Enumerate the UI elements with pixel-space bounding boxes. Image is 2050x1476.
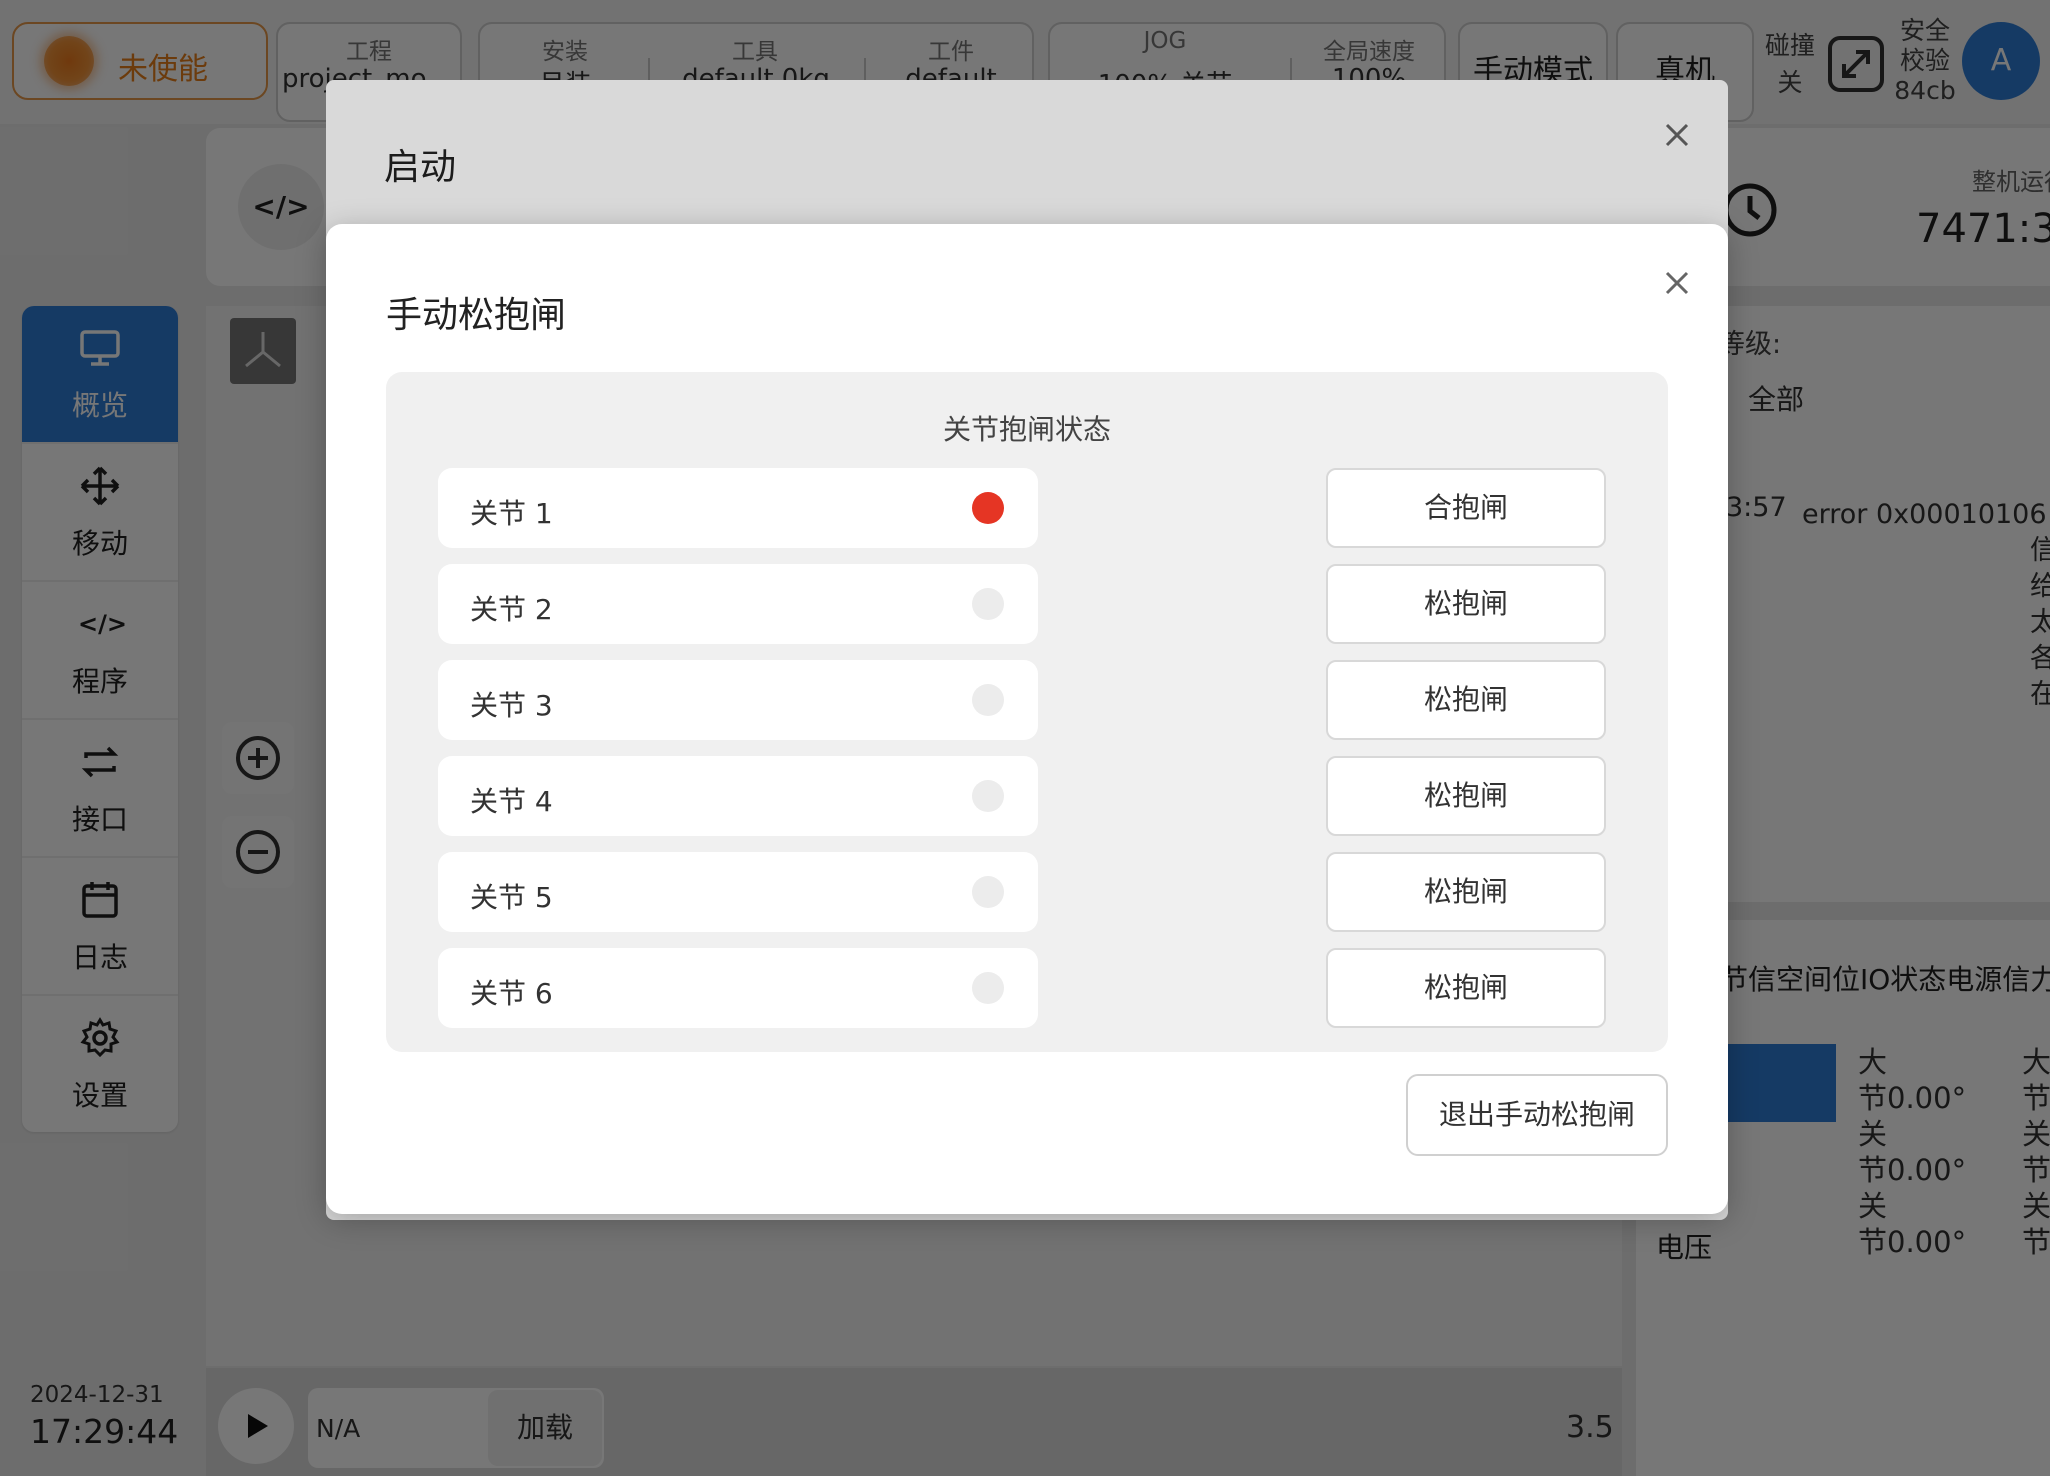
release-brake-button[interactable]: 松抱闸 bbox=[1326, 756, 1606, 836]
joint-status-row: 关节 4 bbox=[438, 756, 1038, 836]
joint-status-row: 关节 1 bbox=[438, 468, 1038, 548]
joint-status-row: 关节 6 bbox=[438, 948, 1038, 1028]
exit-manual-brake-button[interactable]: 退出手动松抱闸 bbox=[1406, 1074, 1668, 1156]
joint-status-row: 关节 2 bbox=[438, 564, 1038, 644]
release-brake-button[interactable]: 松抱闸 bbox=[1326, 660, 1606, 740]
joint-label: 关节 5 bbox=[470, 881, 553, 914]
joint-status-row: 关节 5 bbox=[438, 852, 1038, 932]
release-brake-button[interactable]: 松抱闸 bbox=[1326, 852, 1606, 932]
brake-status-indicator bbox=[972, 684, 1004, 716]
joint-label: 关节 6 bbox=[470, 977, 553, 1010]
joint-label: 关节 2 bbox=[470, 593, 553, 626]
brake-status-indicator bbox=[972, 780, 1004, 812]
manual-brake-dialog: 手动松抱闸 关节抱闸状态 关节 1 合抱闸 关节 2 松抱闸 关节 3 松抱闸 关节 4 松抱… bbox=[326, 224, 1728, 1214]
joint-status-row: 关节 3 bbox=[438, 660, 1038, 740]
release-brake-button[interactable]: 松抱闸 bbox=[1326, 564, 1606, 644]
joint-label: 关节 4 bbox=[470, 785, 553, 818]
brake-status-title: 关节抱闸状态 bbox=[942, 413, 1111, 446]
brake-status-indicator bbox=[972, 876, 1004, 908]
brake-status-indicator bbox=[972, 588, 1004, 620]
joint-label: 关节 3 bbox=[470, 689, 553, 722]
joint-label: 关节 1 bbox=[470, 497, 553, 530]
release-brake-button[interactable]: 松抱闸 bbox=[1326, 948, 1606, 1028]
engage-brake-button[interactable]: 合抱闸 bbox=[1326, 468, 1606, 548]
dialog-close-icon[interactable] bbox=[1660, 266, 1694, 300]
dialog-title: 手动松抱闸 bbox=[386, 295, 567, 336]
brake-status-panel: 关节抱闸状态 关节 1 合抱闸 关节 2 松抱闸 关节 3 松抱闸 关节 4 松抱闸 关节 5松… bbox=[386, 372, 1668, 1052]
brake-status-indicator bbox=[972, 492, 1004, 524]
brake-status-indicator bbox=[972, 972, 1004, 1004]
